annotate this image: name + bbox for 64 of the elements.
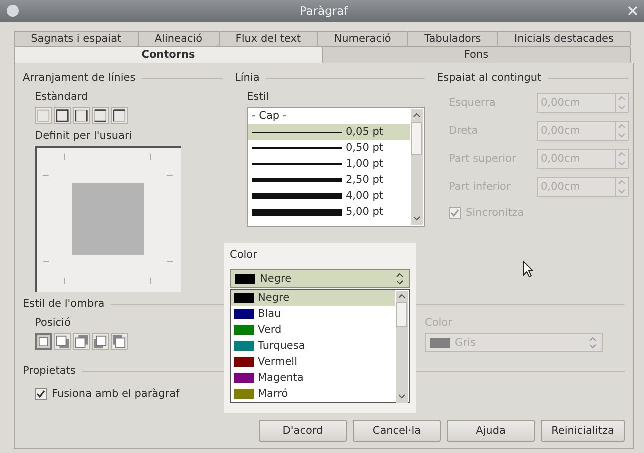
line-style-option[interactable]: 2,50 pt	[248, 172, 410, 188]
section-title: Línia	[235, 72, 260, 84]
shadow-icon	[112, 334, 127, 350]
checkbox[interactable]	[35, 388, 47, 400]
tab[interactable]: Tabuladors	[407, 31, 498, 46]
section-title: Estil de l'ombra	[23, 298, 105, 310]
color-option[interactable]: Verd	[231, 322, 395, 338]
spin-arrows-icon	[615, 93, 629, 113]
tab[interactable]: Alineació	[138, 31, 220, 46]
pointer-icon	[523, 261, 535, 279]
window-menu-icon	[6, 4, 20, 18]
tab[interactable]: Inicials destacades	[497, 31, 632, 46]
color-option[interactable]: Vermell	[231, 354, 395, 370]
line-style-option[interactable]: 1,00 pt	[248, 156, 410, 172]
shadow-icon	[74, 334, 89, 350]
tab[interactable]: Sagnats i espaiat	[14, 31, 139, 46]
tab[interactable]: Numeració	[317, 31, 408, 46]
color-option[interactable]: Blau	[231, 306, 395, 322]
dropdown-arrows-icon	[588, 336, 598, 350]
line-style-list[interactable]: - Cap - 0,05 pt 0,50 pt 1,00 pt 2,50 pt 4,00 pt 5,00 pt	[247, 107, 425, 227]
spin-arrows-icon	[615, 121, 629, 141]
color-option[interactable]: Marró	[231, 386, 395, 402]
section-title: Espaiat al contingut	[437, 72, 542, 84]
field-label: Estàndard	[35, 91, 90, 103]
color-option[interactable]: Magenta	[231, 370, 395, 386]
border-preset-button[interactable]	[54, 107, 71, 124]
border-icon	[36, 108, 51, 124]
dialog-button[interactable]: Cancel·la	[353, 420, 441, 442]
line-style-option[interactable]: 0,50 pt	[248, 140, 410, 156]
field-label: Posició	[35, 317, 72, 329]
line-style-option[interactable]: - Cap -	[248, 108, 410, 124]
tab[interactable]: Flux del text	[218, 31, 318, 46]
window-title: Paràgraf	[298, 4, 350, 18]
shadow-icon	[93, 334, 108, 350]
color-option[interactable]: Turquesa	[231, 338, 395, 354]
border-preset-button[interactable]	[111, 107, 128, 124]
section-title: Arranjament de línies	[23, 72, 136, 84]
line-style-option[interactable]: 0,05 pt	[248, 124, 410, 140]
color-dropdown[interactable]: Negre	[230, 269, 410, 288]
line-style-option[interactable]: 5,00 pt	[248, 204, 410, 220]
tab[interactable]: Fons	[322, 46, 631, 63]
spin-arrows-icon	[615, 177, 629, 197]
border-icon	[74, 108, 89, 124]
border-preset-button[interactable]	[73, 107, 90, 124]
dialog-button[interactable]: Reinicialitza	[541, 420, 625, 442]
border-preset-button[interactable]	[92, 107, 109, 124]
spin-arrows-icon	[615, 149, 629, 169]
dialog-button[interactable]: D'acord	[259, 420, 347, 442]
color-option[interactable]: Negre	[231, 290, 395, 306]
shadow-icon	[55, 334, 70, 350]
checkbox-label: Fusiona amb el paràgraf	[52, 388, 180, 400]
field-label: Estil	[247, 91, 270, 103]
dropdown-arrows-icon	[395, 272, 405, 286]
close-icon	[628, 6, 638, 16]
dialog-button[interactable]: Ajuda	[447, 420, 535, 442]
border-icon	[112, 108, 127, 124]
border-icon	[55, 108, 70, 124]
section-title: Propietats	[23, 365, 76, 377]
color-list[interactable]: Negre Blau Verd Turquesa Vermell Magenta Marró	[230, 289, 410, 403]
line-style-option[interactable]: 4,00 pt	[248, 188, 410, 204]
tab[interactable]: Contorns	[14, 46, 323, 63]
field-label: Color	[230, 249, 258, 261]
border-icon	[93, 108, 108, 124]
field-label: Definit per l'usuari	[35, 130, 134, 142]
